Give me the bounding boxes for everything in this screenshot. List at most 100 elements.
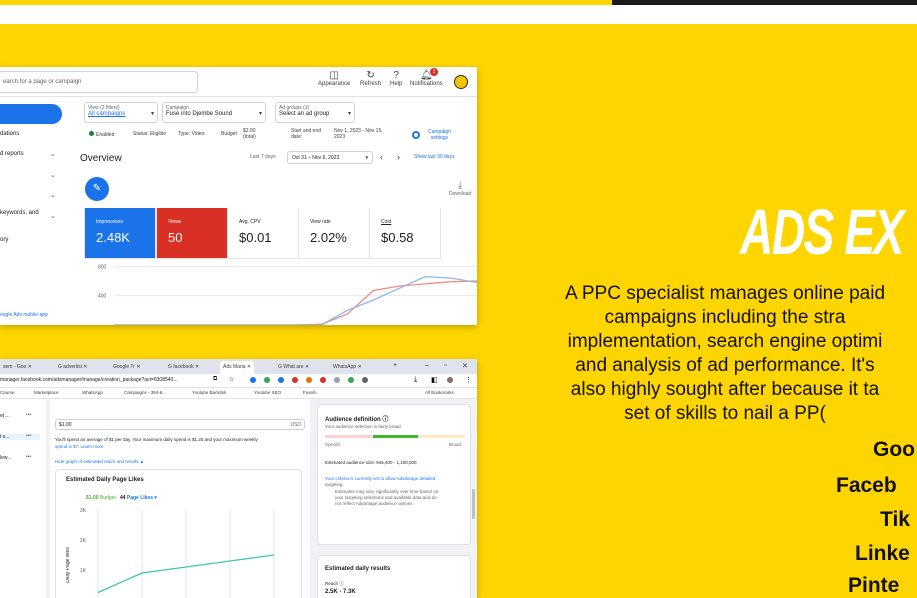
extension-icon[interactable] (250, 377, 256, 383)
next-range-button[interactable]: › (397, 152, 400, 162)
browser-tab[interactable]: G What are ✕ (275, 361, 312, 374)
ad-group-dropdown[interactable]: Ad groups (1) Select an ad group ▾ (275, 102, 355, 123)
status-text: Enabled (96, 132, 115, 138)
metric-card-2[interactable]: Avg. CPV $0.01 (227, 208, 299, 259)
download-icon[interactable]: ⤓ (414, 376, 417, 384)
star-icon[interactable]: ☆ (229, 376, 234, 383)
sidebar-active-item[interactable] (0, 104, 62, 124)
spend-text-2[interactable]: spend is $7. Learn more (55, 443, 104, 450)
close-tab-icon[interactable]: ✕ (135, 364, 140, 370)
sidebar-item-keywords[interactable]: keywords, and (0, 210, 39, 216)
reach-label: Reach ⓘ (325, 581, 344, 586)
est-likes-dropdown[interactable]: Page Likes ▾ (127, 495, 157, 501)
sidebar-item[interactable]: et ... (0, 413, 10, 419)
metric-card-4[interactable]: Cost $0.58 (369, 208, 441, 259)
all-bookmarks[interactable]: All Bookmarks (425, 390, 454, 395)
close-tab-icon[interactable]: ✕ (26, 364, 32, 370)
ads-sidebar: et ... ••• t s... ••• lew... ••• (0, 399, 46, 598)
sidebar-item-recommendations[interactable]: dations (0, 131, 19, 137)
broad-label: Broad (449, 442, 462, 447)
mobile-app-link[interactable]: oogle Ads mobile app (0, 312, 48, 318)
extension-icon[interactable] (348, 377, 354, 383)
sidebar-item-history[interactable]: ory (0, 237, 8, 243)
appearance-button[interactable]: ◫ Appearance (318, 70, 350, 87)
bookmark-item[interactable]: Course (0, 390, 15, 395)
refresh-button[interactable]: ↻ Refresh (360, 70, 381, 87)
bookmark-item[interactable]: Marketplace (34, 390, 59, 395)
extension-icon[interactable] (292, 377, 298, 383)
metric-card-0[interactable]: Impressions 2.48K (84, 208, 156, 259)
metric-value: 2.02% (310, 230, 347, 245)
sidebar-item-active[interactable]: t s... (0, 434, 40, 440)
help-button[interactable]: ? Help (390, 70, 402, 87)
search-input[interactable]: earch for a page or campaign (0, 71, 198, 93)
profile-avatar[interactable] (447, 377, 453, 383)
extension-icon[interactable] (278, 377, 284, 383)
date-range-dropdown[interactable]: Oct 31 – Nov 6, 2023 ▾ (287, 151, 373, 164)
gear-icon[interactable] (412, 131, 420, 139)
new-tab-button[interactable]: + (393, 362, 397, 369)
close-tab-icon[interactable]: ✕ (82, 364, 87, 370)
metric-label: Cost (381, 219, 392, 225)
minimize-button[interactable]: – (425, 362, 429, 369)
browser-tab[interactable]: G facebook ✕ (165, 361, 202, 374)
view-filter-dropdown[interactable]: View (2 filters) All campaigns ▾ (84, 102, 158, 123)
bookmark-item[interactable]: Campaigns - 384-6... (124, 390, 166, 395)
more-icon[interactable]: ••• (26, 433, 31, 439)
hide-graph-link[interactable]: Hide graph of estimated reach and result… (55, 459, 144, 464)
metric-card-3[interactable]: View rate 2.02% (298, 208, 370, 259)
audience-size: Estimated audience size: 945,400 - 1,100… (325, 460, 417, 465)
metric-value: $0.01 (239, 230, 272, 245)
menu-dots-icon[interactable]: ⋮ (465, 376, 472, 384)
tab-label: G advertisi (58, 364, 82, 370)
download-label: Download (449, 191, 472, 197)
campaign-settings-link[interactable]: Campaign settings (428, 129, 451, 141)
download-button[interactable]: ⤓ Download (449, 180, 471, 197)
info-icon[interactable]: ⓘ (382, 417, 388, 423)
prev-range-button[interactable]: ‹ (380, 152, 383, 162)
extension-icon[interactable] (334, 377, 340, 383)
est-likes-value: 44 (119, 495, 126, 501)
sidebar-item[interactable]: lew... (0, 455, 11, 461)
browser-tab[interactable]: Google Tr ✕ (110, 361, 144, 374)
address-bar[interactable]: manager.facebook.com/adsmanager/manage/c… (0, 374, 477, 388)
platform-item: Pinte (848, 574, 900, 597)
bookmark-item[interactable]: Fuseln (303, 390, 317, 395)
show-last-30-days-link[interactable]: Show last 30 days (414, 154, 455, 160)
edit-pencil-button[interactable]: ✎ (85, 177, 109, 201)
bookmark-item[interactable]: Youtube Backlink (192, 390, 226, 395)
close-tab-icon[interactable]: ✕ (356, 364, 361, 370)
browser-tab[interactable]: G advertisi ✕ (55, 361, 91, 374)
close-window-button[interactable]: ✕ (462, 362, 468, 370)
daily-budget-input[interactable]: $1.00 USD (55, 419, 305, 430)
more-icon[interactable]: ••• (26, 454, 31, 460)
metric-card-1[interactable]: Views 50 (156, 208, 228, 259)
bookmark-item[interactable]: WhatsApp (82, 390, 103, 395)
extension-icon[interactable] (306, 377, 312, 383)
avatar[interactable] (454, 75, 468, 89)
sidebar-item-reports[interactable]: d reports (0, 151, 24, 157)
close-tab-icon[interactable]: ✕ (194, 364, 199, 370)
extension-icon[interactable] (320, 377, 326, 383)
close-tab-icon[interactable]: ✕ (246, 364, 251, 370)
campaign-dropdown[interactable]: Campaign Fuse into Djembe Sound ▾ (162, 102, 266, 123)
extension-icon[interactable] (362, 377, 368, 383)
maximize-button[interactable]: ▫ (444, 362, 446, 369)
sidebar-icon[interactable]: ◧ (431, 376, 438, 384)
criteria-2: targeting. (325, 482, 344, 487)
scrollbar[interactable] (472, 489, 475, 519)
date-range-value: Oct 31 – Nov 6, 2023 (292, 155, 340, 161)
browser-tabs: sem - Goo ✕ G advertisi ✕ Google Tr ✕ G fac… (0, 359, 477, 374)
browser-tab[interactable]: sem - Goo ✕ (0, 361, 35, 374)
bookmark-item[interactable]: Youtube SEO (254, 390, 281, 395)
more-icon[interactable]: ••• (26, 412, 31, 418)
close-tab-icon[interactable]: ✕ (304, 364, 309, 370)
extension-icon[interactable] (264, 377, 270, 383)
install-icon[interactable]: ⧉ (213, 376, 217, 383)
browser-tab[interactable]: Ads Mana ✕ (220, 361, 255, 374)
settings-line-2: settings (430, 135, 449, 141)
browser-tab[interactable]: WhatsApp ✕ (330, 361, 365, 374)
metric-label: Avg. CPV (239, 219, 261, 225)
bookmarks-bar: Course Marketplace WhatsApp Campaigns - 384… (0, 388, 477, 399)
budget-sub: (total) (243, 134, 256, 140)
